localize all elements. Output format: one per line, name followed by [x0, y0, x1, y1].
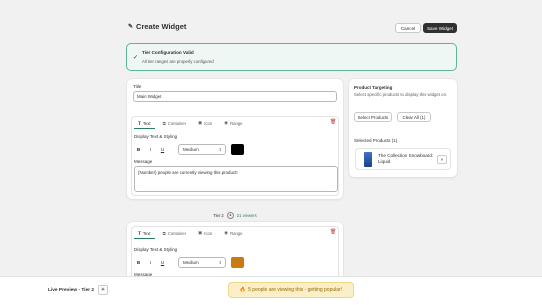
underline-button[interactable]: U	[158, 258, 167, 267]
tab-text[interactable]: 𝐓 Text	[132, 227, 157, 239]
tab-container[interactable]: ⧉ Container	[157, 227, 192, 239]
tab-range[interactable]: ◉ Range	[218, 227, 248, 239]
eye-icon: ◉	[224, 120, 229, 125]
viewer-range: 21 viewers	[236, 212, 257, 218]
page-header: ✎ Create Widget Cancel Save Widget	[128, 20, 458, 36]
remove-product-button[interactable]: ×	[437, 155, 447, 164]
title-label: Title	[133, 84, 142, 89]
tab-icon[interactable]: ▣ Icon	[192, 227, 218, 239]
snowboard-thumbnail	[364, 152, 372, 167]
cancel-button[interactable]: Cancel	[395, 23, 421, 33]
bold-button[interactable]: B	[134, 258, 143, 267]
tier-divider: Tier 2 ● 21 viewers	[127, 210, 343, 220]
font-size-select[interactable]: Medium ⇕	[178, 144, 226, 155]
validation-banner: ✓ Tier Configuration Valid All tier rang…	[126, 43, 457, 71]
preview-widget: 🔥 5 people are viewing this - getting po…	[228, 282, 354, 298]
product-name: The Collection Snowboard: Liquid	[378, 153, 434, 164]
eye-icon: ◉	[224, 230, 229, 235]
targeting-description: Select specific products to display this…	[354, 92, 448, 97]
text-icon: 𝐓	[138, 120, 141, 126]
pencil-icon: ✎	[128, 24, 134, 30]
product-targeting-card: Product Targeting Select specific produc…	[349, 79, 457, 177]
message-textarea[interactable]: {Number} people are currently viewing th…	[134, 166, 338, 192]
delete-tier-icon[interactable]: 🗑	[330, 119, 336, 125]
text-color-swatch[interactable]	[231, 144, 244, 155]
title-input[interactable]: Main Widget	[133, 91, 337, 102]
bold-button[interactable]: B	[134, 145, 143, 154]
tier-2-panel: 𝐓 Text ⧉ Container ▣ Icon ◉ Range 🗑 Display …	[131, 226, 339, 282]
page-title: ✎ Create Widget	[128, 22, 186, 31]
image-icon: ▣	[197, 120, 203, 125]
tab-text[interactable]: 𝐓 Text	[132, 117, 157, 129]
clear-all-button[interactable]: Clear All (1)	[397, 112, 431, 122]
container-icon: ⧉	[162, 230, 166, 236]
live-preview-label: Live Preview - Tier 2	[48, 288, 95, 293]
text-icon: 𝐓	[138, 230, 141, 236]
chevron-updown-icon: ⇕	[218, 147, 222, 152]
fire-icon: 🔥	[239, 287, 247, 293]
targeting-title: Product Targeting	[354, 85, 393, 90]
eye-icon: ●	[226, 211, 234, 219]
styling-label: Display Text & Styling	[134, 247, 178, 252]
tier-1-panel: 𝐓 Text ⧉ Container ▣ Icon ◉ Range 🗑 Display …	[131, 116, 339, 196]
italic-button[interactable]: I	[146, 145, 155, 154]
live-preview-bar: Live Preview - Tier 2 ☀ 🔥 5 people are v…	[0, 276, 542, 305]
tab-container[interactable]: ⧉ Container	[157, 117, 192, 129]
tier-1-tabs: 𝐓 Text ⧉ Container ▣ Icon ◉ Range	[132, 117, 248, 129]
tier-2-tabs: 𝐓 Text ⧉ Container ▣ Icon ◉ Range	[132, 227, 248, 239]
delete-tier-icon[interactable]: 🗑	[330, 229, 336, 235]
preview-text: 5 people are viewing this - getting popu…	[248, 287, 343, 293]
tab-range[interactable]: ◉ Range	[218, 117, 248, 129]
banner-title: Tier Configuration Valid	[142, 50, 194, 55]
tier-label: Tier 2	[213, 212, 224, 218]
image-icon: ▣	[197, 230, 203, 235]
banner-text: All tier ranges are properly configured	[142, 59, 214, 64]
font-size-select[interactable]: Medium ⇕	[178, 257, 226, 268]
tier-2-card: 𝐓 Text ⧉ Container ▣ Icon ◉ Range 🗑 Display …	[127, 222, 343, 282]
text-color-swatch[interactable]	[231, 257, 244, 268]
styling-label: Display Text & Styling	[134, 134, 178, 139]
save-widget-button[interactable]: Save Widget	[423, 23, 457, 33]
select-products-button[interactable]: Select Products	[354, 112, 392, 122]
selected-product-item: The Collection Snowboard: Liquid ×	[355, 148, 451, 170]
chevron-updown-icon: ⇕	[218, 260, 222, 265]
sun-icon[interactable]: ☀	[98, 285, 108, 295]
italic-button[interactable]: I	[146, 258, 155, 267]
selected-products-title: Selected Products (1)	[354, 138, 398, 143]
check-icon: ✓	[133, 55, 139, 61]
message-label: Message	[134, 159, 153, 164]
tab-icon[interactable]: ▣ Icon	[192, 117, 218, 129]
underline-button[interactable]: U	[158, 145, 167, 154]
widget-settings-card: Title Main Widget 𝐓 Text ⧉ Container ▣ Icon…	[127, 79, 343, 199]
page-title-text: Create Widget	[136, 22, 187, 31]
container-icon: ⧉	[162, 120, 166, 126]
